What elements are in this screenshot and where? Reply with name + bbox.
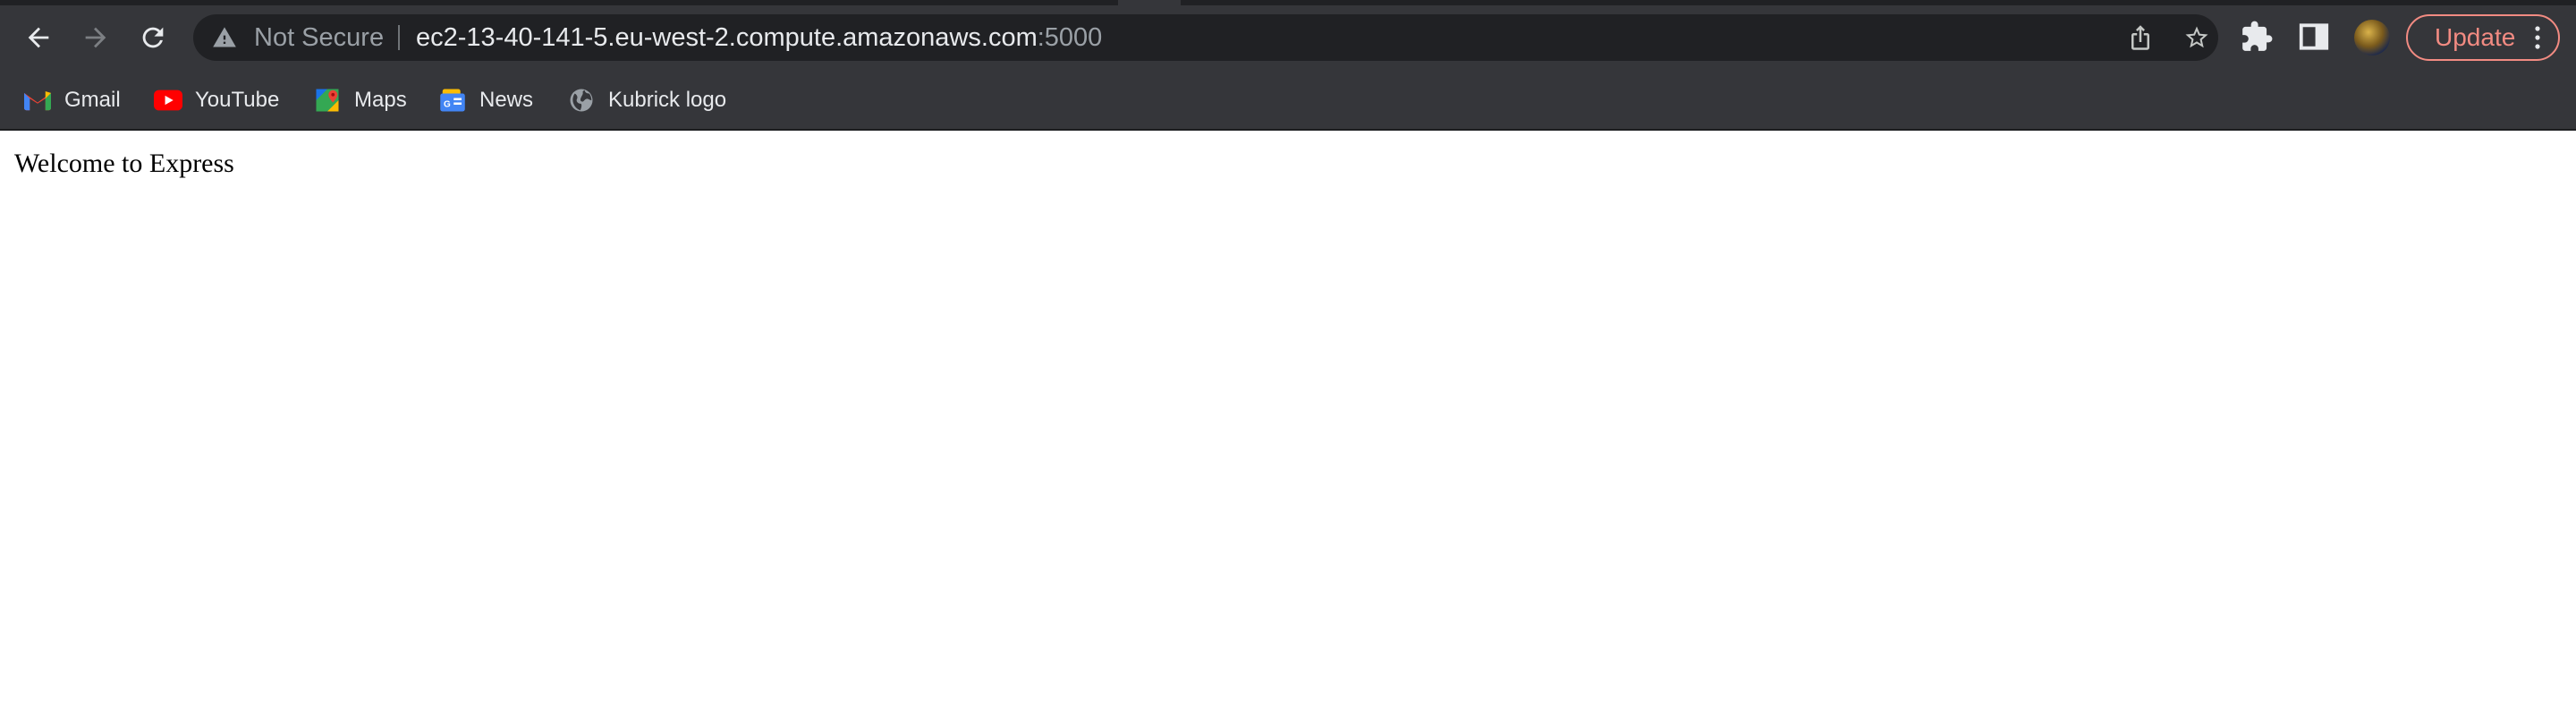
svg-text:G: G	[444, 100, 451, 110]
page-heading: Welcome to Express	[14, 149, 234, 178]
star-icon[interactable]	[2183, 24, 2210, 51]
tab-strip	[0, 0, 2576, 5]
browser-toolbar: Not Secure ec2-13-40-141-5.eu-west-2.com…	[0, 0, 2576, 73]
google-news-icon: G	[438, 86, 467, 115]
address-bar[interactable]: Not Secure ec2-13-40-141-5.eu-west-2.com…	[193, 14, 2218, 61]
bookmark-maps[interactable]: Maps	[313, 81, 407, 120]
bookmark-news[interactable]: G News	[438, 81, 533, 120]
url-port: :5000	[1037, 23, 1103, 52]
security-divider	[398, 25, 400, 50]
maps-icon	[313, 86, 342, 115]
arrow-left-icon	[28, 27, 49, 48]
youtube-icon	[154, 86, 182, 115]
browser-chrome: Not Secure ec2-13-40-141-5.eu-west-2.com…	[0, 0, 2576, 131]
bookmark-label: Kubrick logo	[608, 88, 727, 112]
bookmark-label: News	[479, 88, 534, 112]
share-icon[interactable]	[2127, 24, 2154, 51]
bookmark-label: Gmail	[64, 88, 121, 112]
active-tab-edge[interactable]	[1118, 0, 1181, 5]
bookmark-label: YouTube	[195, 88, 280, 112]
three-dots-vertical-icon[interactable]	[2535, 26, 2540, 49]
warning-icon[interactable]	[211, 25, 238, 50]
url-text[interactable]: ec2-13-40-141-5.eu-west-2.compute.amazon…	[416, 24, 1102, 51]
security-status-label[interactable]: Not Secure	[254, 25, 384, 51]
bookmark-youtube[interactable]: YouTube	[154, 81, 279, 120]
puzzle-icon[interactable]	[2240, 20, 2274, 54]
back-button[interactable]	[20, 19, 57, 56]
bookmark-gmail[interactable]: Gmail	[23, 81, 121, 120]
globe-icon	[567, 86, 596, 115]
side-panel-icon[interactable]	[2297, 20, 2331, 54]
update-label: Update	[2435, 23, 2516, 51]
arrow-right-icon	[85, 27, 106, 48]
reload-icon	[142, 27, 164, 48]
bookmarks-bar: Gmail YouTube Maps G News Kubrick logo	[0, 73, 2576, 131]
forward-button[interactable]	[77, 19, 114, 56]
page-content: Welcome to Express	[0, 131, 2576, 197]
update-button[interactable]: Update	[2406, 14, 2560, 61]
profile-avatar[interactable]	[2354, 20, 2390, 55]
gmail-icon	[23, 86, 52, 115]
url-host: ec2-13-40-141-5.eu-west-2.compute.amazon…	[416, 23, 1038, 52]
reload-button[interactable]	[134, 19, 172, 56]
bookmark-kubrick-logo[interactable]: Kubrick logo	[567, 81, 726, 120]
bookmark-label: Maps	[354, 88, 407, 112]
